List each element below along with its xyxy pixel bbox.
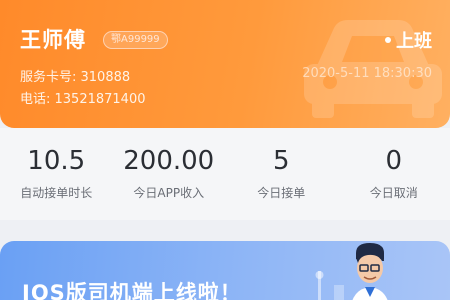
phone-number: 电话: 13521871400 xyxy=(20,92,146,107)
plate-badge: 鄂A99999 xyxy=(103,31,168,49)
stat-value: 0 xyxy=(385,146,403,176)
ios-promo-banner[interactable]: IOS版司机端上线啦！ xyxy=(0,241,450,300)
timestamp: 2020-5-11 18:30:30 xyxy=(302,66,432,81)
work-status-toggle[interactable]: 上班 xyxy=(385,27,432,53)
stat-today-cancelled[interactable]: 0 今日取消 xyxy=(338,128,450,220)
stat-label: 今日APP收入 xyxy=(133,186,205,200)
stats-row: 10.5 自动接单时长 200.00 今日APP收入 5 今日接单 0 今日取消 xyxy=(0,128,450,220)
banner-title: IOS版司机端上线啦！ xyxy=(22,281,242,300)
stat-label: 今日取消 xyxy=(369,186,418,200)
driver-name: 王师傅 xyxy=(20,28,86,52)
stat-today-app-income[interactable]: 200.00 今日APP收入 xyxy=(113,128,226,220)
stat-label: 自动接单时长 xyxy=(20,186,93,200)
stat-value: 200.00 xyxy=(123,146,215,176)
stat-value: 10.5 xyxy=(27,146,86,176)
stat-value: 5 xyxy=(272,146,290,176)
stat-auto-order-duration[interactable]: 10.5 自动接单时长 xyxy=(0,128,113,220)
driver-header-card: 王师傅 鄂A99999 上班 服务卡号: 310888 电话: 13521871… xyxy=(0,0,450,128)
car-watermark-icon xyxy=(304,20,442,118)
stat-label: 今日接单 xyxy=(257,186,306,200)
stat-today-orders[interactable]: 5 今日接单 xyxy=(225,128,338,220)
service-card-number: 服务卡号: 310888 xyxy=(20,70,131,85)
work-status-label: 上班 xyxy=(396,31,432,52)
driver-illustration-icon xyxy=(315,243,388,300)
status-dot-icon xyxy=(385,37,391,43)
